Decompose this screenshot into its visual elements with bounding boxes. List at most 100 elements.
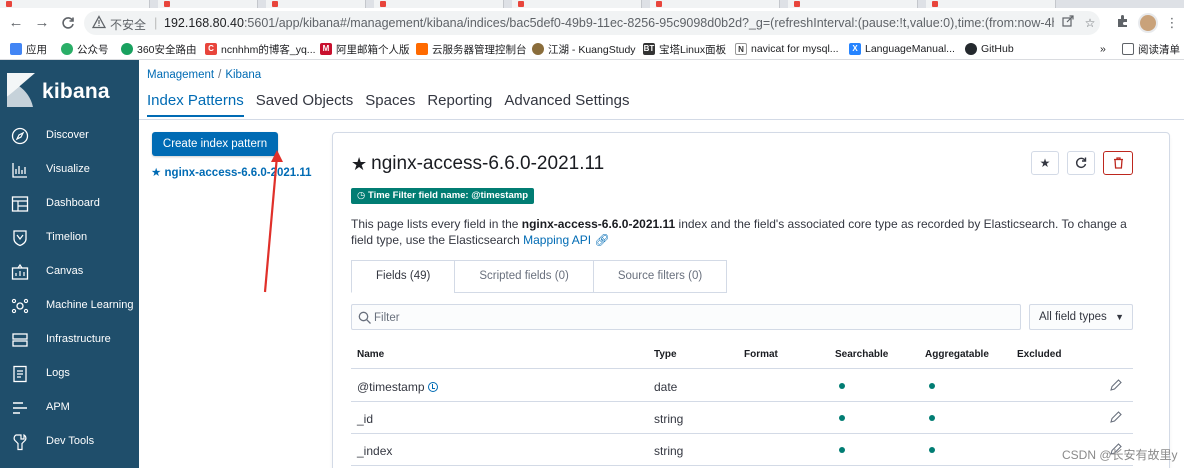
nav-label: Logs [46,367,70,379]
nav-label: APM [46,401,70,413]
pencil-icon[interactable] [1109,378,1123,392]
nav-item-visualize[interactable]: Visualize [0,155,139,185]
bookmark-item[interactable]: 云服务器管理控制台 [416,41,527,57]
column-searchable[interactable]: Searchable [835,349,888,360]
star-icon: ★ [1039,156,1051,170]
aggregatable-dot-icon [929,447,935,453]
desc-index: nginx-access-6.6.0-2021.11 [521,217,676,231]
clock-icon: ◷ [357,190,368,201]
delete-index-pattern-button[interactable] [1103,151,1133,175]
bookmark-item[interactable]: 江湖 - KuangStudy [532,41,636,57]
share-icon[interactable] [1060,15,1076,31]
column-type[interactable]: Type [654,349,677,360]
kibana-logo-icon [7,73,35,107]
browser-tab[interactable] [650,0,780,8]
link-icon: 🔗︎ [594,233,610,247]
bookmark-favicon-icon: N [735,43,747,55]
search-icon [358,311,371,324]
nav-item-dev-tools[interactable]: Dev Tools [0,427,139,457]
refresh-icon [1075,157,1087,168]
mapping-api-link[interactable]: Mapping API 🔗︎ [523,233,610,247]
nav-item-canvas[interactable]: Canvas [0,257,139,287]
refresh-fields-button[interactable] [1067,151,1095,175]
time-filter-badge: ◷ Time Filter field name: @timestamp [351,188,535,204]
field-type-select[interactable]: All field types ▼ [1029,304,1133,330]
nav-item-machine-learning[interactable]: Machine Learning [0,291,139,321]
bookmark-item[interactable]: BT 宝塔Linux面板 [643,41,726,57]
menu-kebab-icon[interactable]: ⋮ [1163,14,1181,32]
url-text[interactable]: 192.168.80.40:5601/app/kibana#/managemen… [164,16,1054,30]
reload-icon[interactable] [57,12,79,34]
field-name: _index [357,444,393,458]
browser-tab[interactable] [512,0,642,8]
tab-favicon-icon [518,1,524,7]
bookmark-favicon-icon [61,43,73,55]
filter-box [351,304,1021,330]
tab-favicon-icon [6,1,12,7]
address-bar[interactable]: 不安全 | 192.168.80.40:5601/app/kibana#/man… [84,11,1100,35]
field-type-select-value: All field types [1039,311,1107,323]
filter-input[interactable] [374,309,1004,327]
tab-spaces[interactable]: Spaces [365,92,415,117]
browser-tab[interactable] [158,0,258,8]
bookmark-favicon-icon [121,43,133,55]
pencil-icon[interactable] [1109,410,1123,424]
browser-tab-strip [0,0,1184,8]
time-filter-text: Time Filter field name: @timestamp [367,190,529,201]
star-icon: ★ [351,153,368,174]
tab-favicon-icon [272,1,278,7]
nav-item-logs[interactable]: Logs [0,359,139,389]
column-format[interactable]: Format [744,349,778,360]
table-row: _id string [351,402,1133,434]
forward-arrow-icon[interactable]: → [31,12,53,34]
nav-item-timelion[interactable]: Timelion [0,223,139,253]
canvas-icon [11,263,29,280]
bookmark-star-icon[interactable]: ☆ [1082,15,1098,31]
profile-avatar[interactable] [1138,13,1158,33]
bookmark-item[interactable]: M 阿里邮箱个人版 [320,41,410,57]
bookmark-item[interactable]: Cncnhhm的博客_yq... [205,41,316,57]
tab-advanced-settings[interactable]: Advanced Settings [504,92,629,117]
bookmark-item[interactable]: Nnavicat for mysql... [735,41,839,57]
nav-item-dashboard[interactable]: Dashboard [0,189,139,219]
browser-tab[interactable] [788,0,918,8]
nav-label: Dev Tools [46,435,95,447]
browser-tab[interactable] [266,0,366,8]
nav-item-apm[interactable]: APM [0,393,139,423]
github-icon [965,43,977,55]
bookmark-item[interactable]: 360安全路由 [121,41,197,57]
nav-item-discover[interactable]: Discover [0,121,139,151]
field-tabs: Fields (49) Scripted fields (0) Source f… [351,260,728,293]
desc-pre: This page lists every field in the [351,217,522,231]
caret-down-icon: ▼ [1115,312,1124,322]
extensions-icon[interactable] [1114,14,1132,32]
browser-tab[interactable] [374,0,504,8]
clock-icon [427,382,438,392]
infra-icon [12,333,28,347]
index-pattern-panel: ★ nginx-access-6.6.0-2021.11 ★ ◷ Time Fi… [332,132,1170,468]
separator: | [154,15,158,30]
tab-source-filters[interactable]: Source filters (0) [592,260,728,293]
bookmark-item[interactable]: GitHub [965,41,1014,57]
tab-scripted-fields[interactable]: Scripted fields (0) [454,260,593,293]
column-name[interactable]: Name [357,349,384,360]
reading-list[interactable]: 阅读清单 [1122,41,1180,57]
bookmark-label: 宝塔Linux面板 [659,43,727,56]
tab-fields[interactable]: Fields (49) [351,260,455,293]
browser-tab[interactable] [926,0,1056,8]
nav-item-infrastructure[interactable]: Infrastructure [0,325,139,355]
back-arrow-icon[interactable]: ← [5,12,27,34]
bookmarks-more[interactable]: » [1100,41,1106,57]
column-excluded[interactable]: Excluded [1017,349,1061,360]
kibana-sidebar: kibana Discover Visualize Dashboard Time… [0,60,139,468]
column-aggregatable[interactable]: Aggregatable [925,349,989,360]
field-type: date [654,380,678,394]
browser-tab[interactable] [0,0,150,8]
chart-icon [12,163,27,178]
field-type: string [654,444,684,458]
bookmark-item[interactable]: X LanguageManual... [849,41,955,57]
set-default-button[interactable]: ★ [1031,151,1059,175]
bookmark-item[interactable]: 公众号 [61,41,109,57]
tab-reporting[interactable]: Reporting [427,92,492,117]
bookmark-apps[interactable]: 应用 [10,41,47,57]
